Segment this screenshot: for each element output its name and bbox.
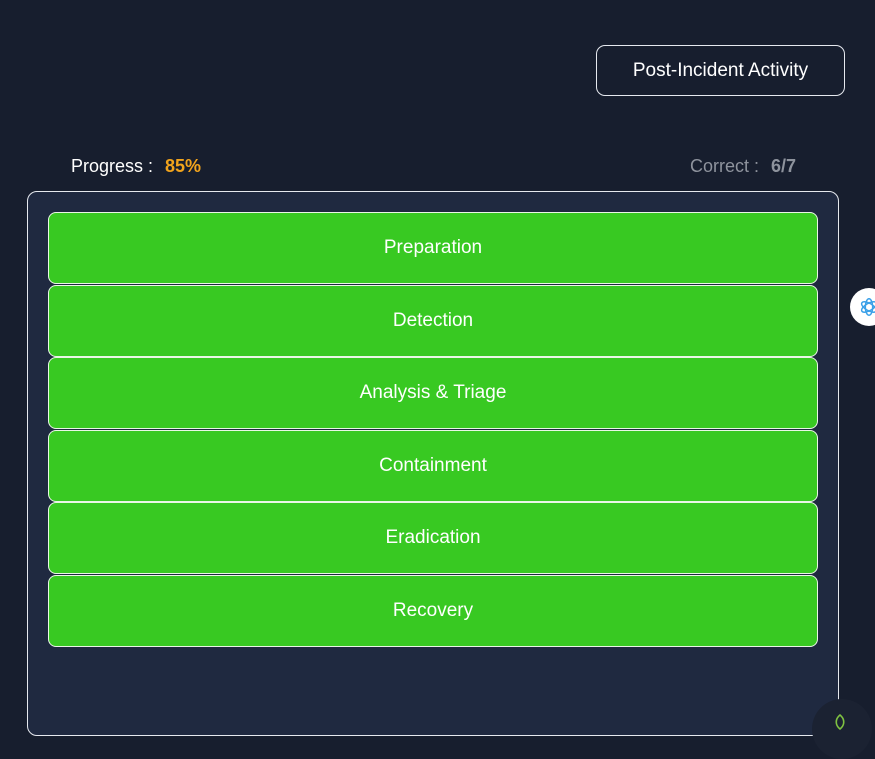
stage-item-preparation[interactable]: Preparation xyxy=(48,212,818,284)
stage-list: Preparation Detection Analysis & Triage … xyxy=(48,212,818,647)
correct-value: 6/7 xyxy=(770,155,796,176)
stage-item-analysis-triage[interactable]: Analysis & Triage xyxy=(48,357,818,429)
progress-indicator: Progress : 85% xyxy=(71,153,201,179)
stage-item-detection[interactable]: Detection xyxy=(48,284,818,357)
stage-item-containment[interactable]: Containment xyxy=(48,429,818,502)
stage-item-recovery[interactable]: Recovery xyxy=(48,574,818,647)
assistant-button[interactable] xyxy=(850,288,875,326)
corner-action-button[interactable] xyxy=(812,699,872,759)
post-incident-activity-button[interactable]: Post-Incident Activity xyxy=(596,45,845,96)
openai-logo-icon xyxy=(860,298,875,316)
leaf-icon xyxy=(835,714,845,730)
correct-label: Correct : xyxy=(689,155,759,176)
progress-value: 85% xyxy=(165,155,202,176)
correct-indicator: Correct : 6/7 xyxy=(690,153,796,179)
ordering-board: Preparation Detection Analysis & Triage … xyxy=(27,191,839,736)
progress-label: Progress : xyxy=(71,155,154,176)
stage-item-eradication[interactable]: Eradication xyxy=(48,502,818,574)
